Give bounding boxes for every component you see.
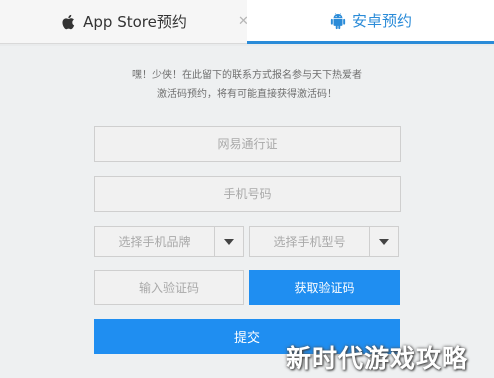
tab-app-store-label: App Store预约 <box>83 13 187 31</box>
netease-account-input[interactable] <box>94 126 401 162</box>
platform-tabs: App Store预约 ✕ 安卓预约 <box>0 0 494 44</box>
triangle-down-icon[interactable] <box>214 227 243 256</box>
phone-brand-select-label: 选择手机品牌 <box>118 235 191 249</box>
description-line-2: 激活码预约，将有可能直接获得激活码！ <box>157 89 337 100</box>
phone-number-input[interactable] <box>94 176 401 212</box>
reservation-description: 嘿！少侠！在此留下的联系方式报名参与天下热爱者 激活码预约，将有可能直接获得激活… <box>0 66 494 104</box>
phone-brand-select[interactable]: 选择手机品牌 <box>94 226 244 257</box>
submit-label: 提交 <box>233 331 260 346</box>
tab-android[interactable]: 安卓预约 <box>247 0 494 44</box>
triangle-down-icon[interactable] <box>369 227 398 256</box>
get-verification-code-label: 获取验证码 <box>294 281 355 295</box>
phone-model-select[interactable]: 选择手机型号 <box>249 226 399 257</box>
phone-model-select-label: 选择手机型号 <box>273 235 346 249</box>
tab-app-store[interactable]: App Store预约 ✕ <box>0 0 249 44</box>
description-line-1: 嘿！少侠！在此留下的联系方式报名参与天下热爱者 <box>132 70 362 81</box>
verification-code-input[interactable] <box>94 270 244 305</box>
android-icon <box>329 12 347 30</box>
get-verification-code-button[interactable]: 获取验证码 <box>249 270 400 305</box>
tab-android-label: 安卓预约 <box>351 12 412 30</box>
watermark-text: 新时代游戏攻略 <box>286 344 469 373</box>
apple-icon <box>60 13 78 31</box>
